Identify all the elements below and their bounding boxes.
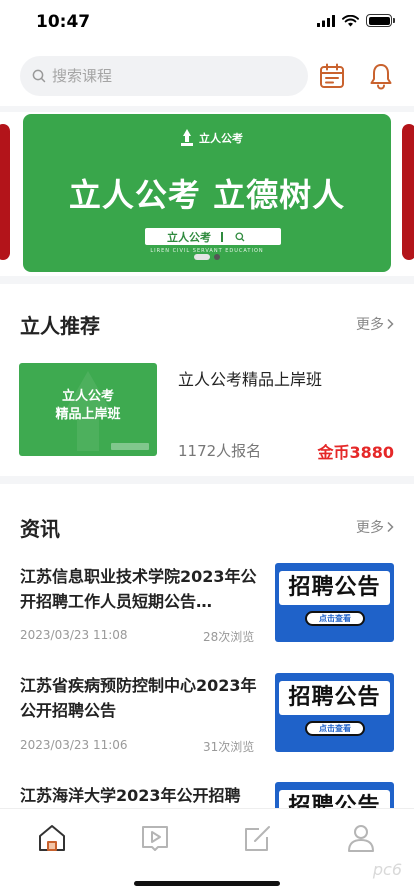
section-divider: [0, 106, 414, 112]
news-item-views: 28次浏览: [203, 630, 255, 644]
news-title: 资讯: [20, 517, 60, 541]
banner-search-divider: [221, 231, 223, 242]
search-input[interactable]: [52, 67, 272, 85]
news-item-views: 31次浏览: [203, 740, 255, 754]
banner-slogan: 立人公考 立德树人: [68, 176, 346, 214]
profile-icon[interactable]: [344, 821, 378, 855]
course-thumbnail-tag: [111, 443, 149, 450]
chevron-right-icon: [387, 318, 394, 330]
news-more-link[interactable]: 更多: [356, 517, 394, 537]
banner-search-icon: [234, 231, 244, 241]
course-price: 金币3880: [317, 443, 394, 462]
more-label: 更多: [356, 520, 384, 536]
home-icon[interactable]: [35, 821, 69, 855]
news-item-title: 江苏信息职业技术学院2023年公开招聘工作人员短期公告…: [20, 567, 257, 611]
calendar-icon[interactable]: [318, 62, 346, 90]
banner-search-graphic: 立人公考: [145, 228, 281, 245]
bell-icon[interactable]: [367, 62, 395, 90]
course-enrolled: 1172人报名: [178, 442, 262, 460]
battery-icon: [366, 14, 395, 27]
course-thumbnail: 立人公考 精品上岸班: [19, 363, 157, 456]
news-item-title: 江苏海洋大学2023年公开招聘: [20, 786, 241, 805]
edit-icon[interactable]: [241, 821, 275, 855]
carousel-dot-active[interactable]: [214, 254, 220, 260]
wifi-icon: [342, 14, 359, 26]
recommend-title: 立人推荐: [20, 314, 100, 338]
news-item-date: 2023/03/23 11:06: [20, 738, 128, 752]
video-icon[interactable]: [138, 821, 172, 855]
section-divider: [0, 276, 414, 284]
news-item-date: 2023/03/23 11:08: [20, 628, 128, 642]
chevron-right-icon: [387, 521, 394, 533]
status-bar: 10:47: [0, 0, 414, 44]
home-indicator: [134, 881, 280, 886]
search-icon: [32, 69, 46, 83]
banner-next-slide[interactable]: [402, 124, 414, 260]
thumbnail-button: 点击查看: [305, 611, 365, 626]
watermark: pc6: [372, 860, 402, 879]
status-icons: [317, 14, 395, 27]
banner-prev-slide[interactable]: [0, 124, 10, 260]
thumbnail-headline: 招聘公告: [279, 681, 390, 715]
signal-icon: [317, 14, 335, 27]
carousel-dot[interactable]: [194, 254, 210, 260]
thumbnail-button: 点击查看: [305, 721, 365, 736]
section-divider: [0, 476, 414, 484]
news-item-title: 江苏省疾病预防控制中心2023年公开招聘公告: [20, 676, 257, 720]
more-label: 更多: [356, 317, 384, 333]
news-item-thumbnail: 招聘公告 点击查看: [275, 563, 394, 642]
thumbnail-headline: 招聘公告: [279, 571, 390, 605]
logo-pen-icon: [181, 129, 193, 146]
banner-slide[interactable]: 立人公考 立人公考 立德树人 立人公考 LIREN CIVIL SERVANT …: [23, 114, 391, 272]
course-name: 立人公考精品上岸班: [178, 370, 323, 389]
status-time: 10:47: [36, 12, 91, 32]
recommend-more-link[interactable]: 更多: [356, 314, 394, 334]
banner-search-text: 立人公考: [167, 230, 211, 244]
banner-logo-text: 立人公考: [199, 132, 243, 145]
news-item-thumbnail: 招聘公告 点击查看: [275, 673, 394, 752]
search-bar[interactable]: [20, 56, 308, 96]
course-thumbnail-title: 立人公考 精品上岸班: [55, 389, 121, 422]
banner-logo: 立人公考: [179, 128, 243, 148]
